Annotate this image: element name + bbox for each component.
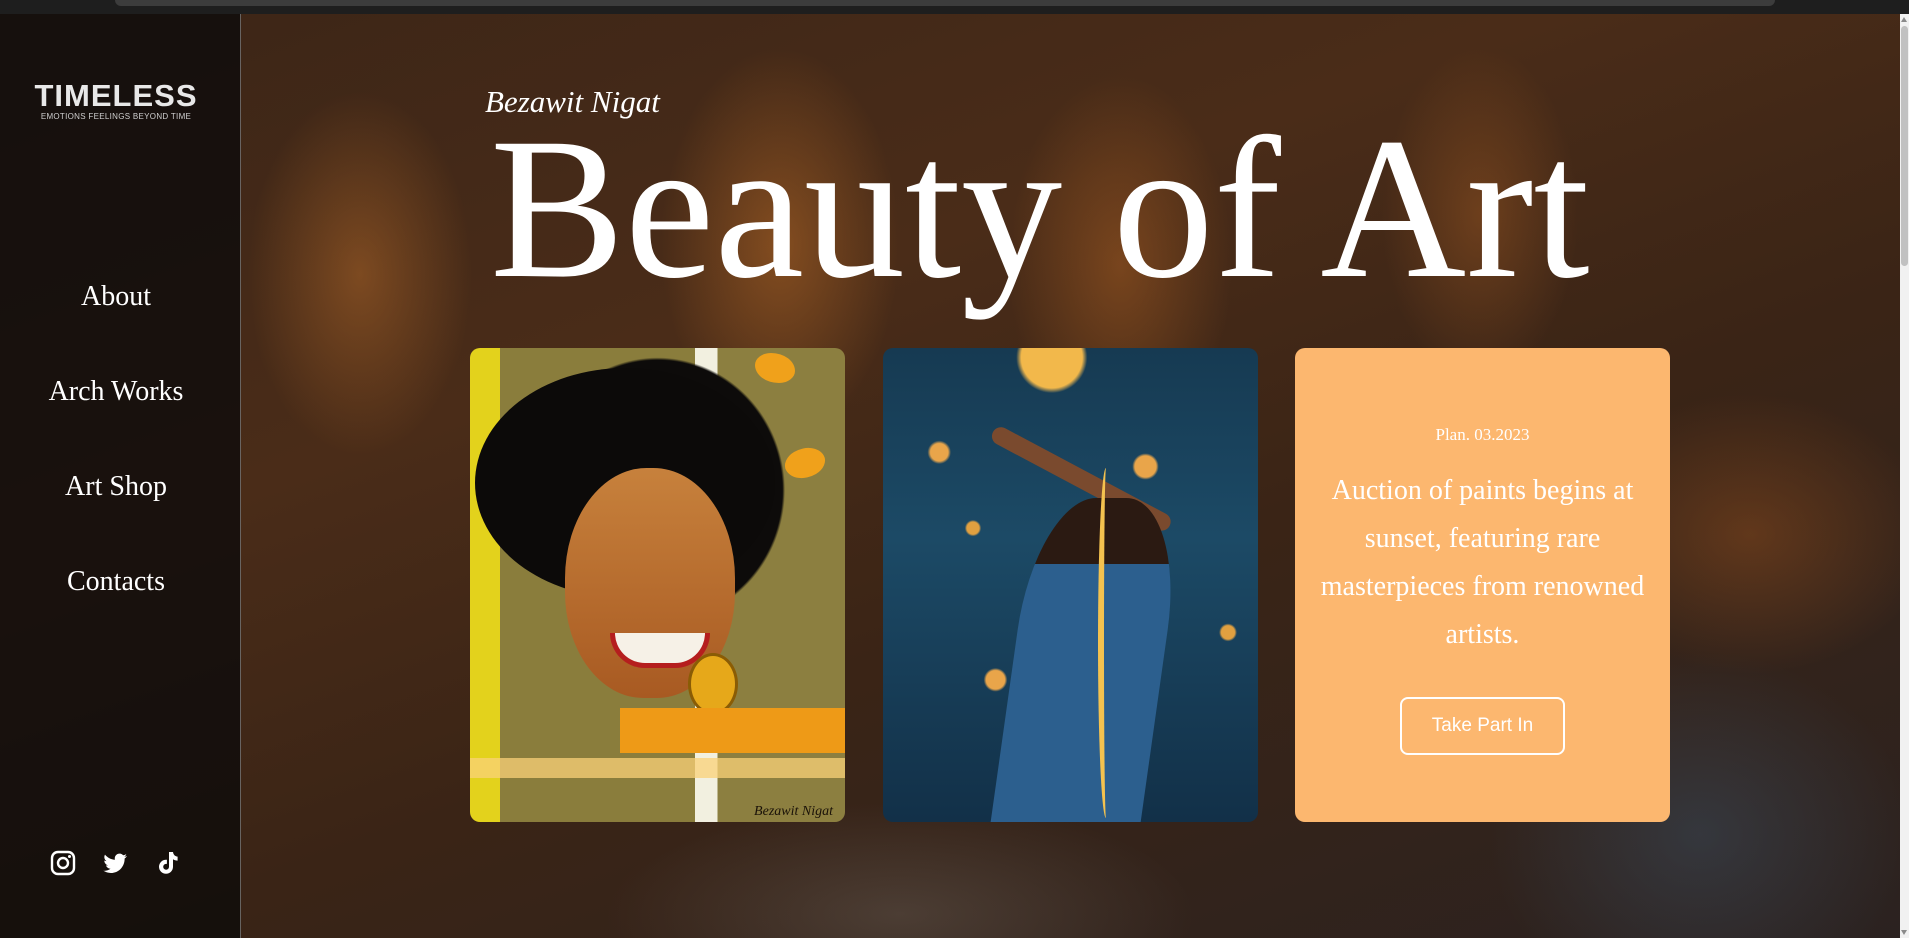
logo[interactable]: TIMELESS EMOTIONS FEELINGS BEYOND TIME [28, 78, 204, 122]
nav-item-about[interactable]: About [0, 269, 232, 364]
artwork-card-portrait[interactable]: Bezawit Nigat [470, 348, 845, 822]
nav-item-art-shop[interactable]: Art Shop [0, 459, 232, 554]
social-links [48, 848, 188, 878]
auction-description: Auction of paints begins at sunset, feat… [1320, 475, 1645, 650]
browser-top-bar [0, 0, 1909, 14]
scrollbar-thumb[interactable] [1901, 26, 1908, 266]
instagram-icon[interactable] [48, 848, 78, 878]
artwork-stripe-light [470, 758, 845, 778]
twitter-icon[interactable] [100, 848, 130, 878]
artwork-card-dancer[interactable] [883, 348, 1258, 822]
page-scrollbar[interactable] [1900, 14, 1909, 938]
artwork-signature: Bezawit Nigat [754, 804, 833, 819]
browser-tab-strip [115, 0, 1775, 6]
artwork-ribbon-shape [1098, 468, 1114, 818]
auction-date: Plan. 03.2023 [1435, 425, 1530, 444]
artwork-figure-shape [989, 498, 1187, 822]
page-title: Beauty of Art [490, 96, 1590, 320]
artwork-stripe [620, 708, 845, 753]
take-part-in-button[interactable]: Take Part In [1399, 697, 1566, 755]
scroll-up-arrow-icon[interactable] [1901, 17, 1907, 22]
auction-card: Plan. 03.2023 Auction of paints begins a… [1295, 348, 1670, 822]
nav-item-arch-works[interactable]: Arch Works [0, 364, 232, 459]
butterfly-icon [780, 440, 830, 486]
tiktok-icon[interactable] [152, 848, 182, 878]
logo-wordmark: TIMELESS [34, 78, 198, 113]
nav-item-contacts[interactable]: Contacts [0, 554, 232, 649]
main-nav: About Arch Works Art Shop Contacts [0, 269, 232, 649]
sidebar: TIMELESS EMOTIONS FEELINGS BEYOND TIME A… [0, 14, 241, 938]
logo-tagline: EMOTIONS FEELINGS BEYOND TIME [40, 112, 192, 121]
butterfly-icon [755, 353, 795, 383]
artwork-earring-shape [688, 653, 738, 715]
scroll-down-arrow-icon[interactable] [1901, 930, 1907, 935]
main-content: Bezawit Nigat Beauty of Art Bezawit Niga… [240, 14, 1900, 938]
